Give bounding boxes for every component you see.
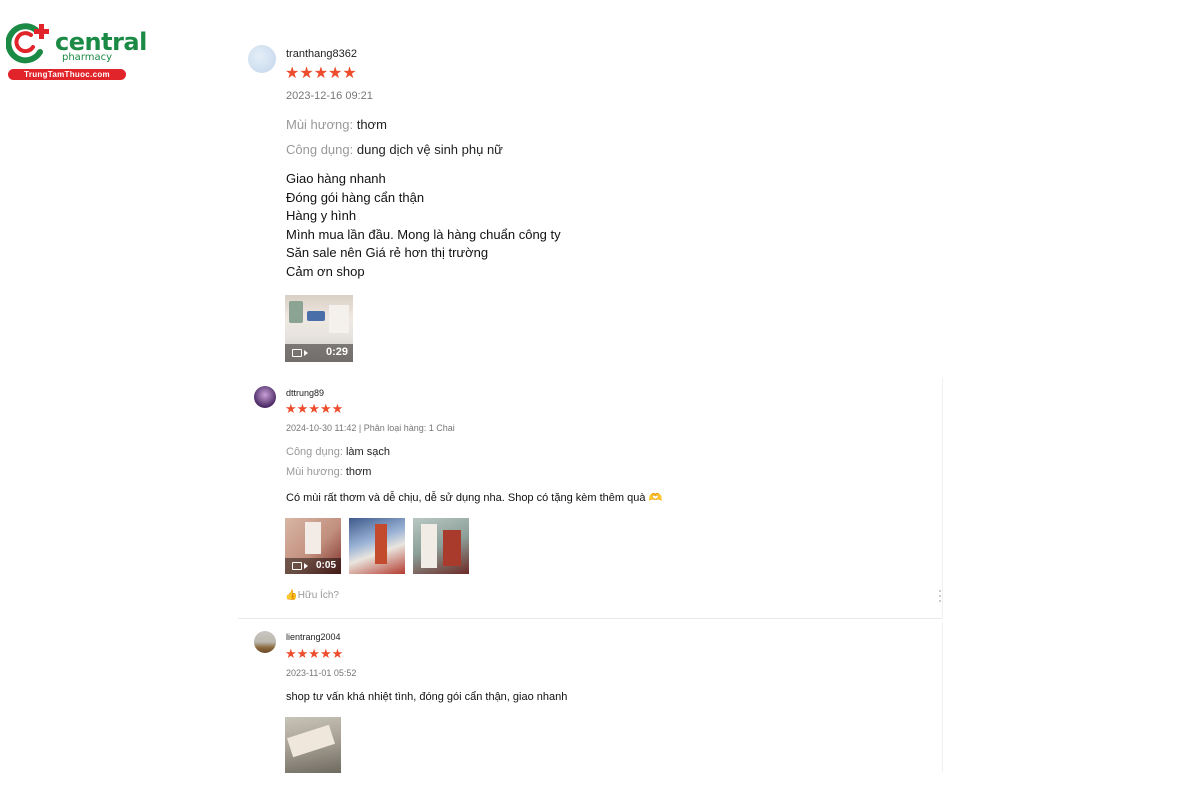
review-divider [238,618,942,619]
review-attribute: Mùi hương: thơm [286,117,387,132]
review-image-thumbnail[interactable] [413,518,469,574]
attribute-key: Mùi hương: [286,117,354,132]
review-attribute: Mùi hương: thơm [286,466,371,478]
review-date: 2023-11-01 05:52 [286,668,357,678]
helpful-label: Hữu Ích? [297,590,339,601]
panel-border [942,622,943,772]
rating-stars: ★★★★★ [285,646,344,661]
review-username[interactable]: dttrung89 [286,388,324,398]
video-camera-icon [292,349,308,357]
video-overlay: 0:29 [285,344,353,362]
panel-border [942,378,943,618]
video-duration: 0:29 [325,346,348,358]
thumbs-up-icon: 👍 [285,590,298,601]
attribute-key: Công dụng: [286,446,343,458]
avatar[interactable] [254,386,276,408]
review-image-thumbnail[interactable] [349,518,405,574]
review-line: Cảm ơn shop [286,264,365,279]
review-image-thumbnail[interactable] [285,717,341,773]
attribute-value: thơm [345,466,372,478]
review-username[interactable]: lientrang2004 [286,632,341,642]
attribute-value: làm sạch [345,446,390,458]
logo-site-banner: TrungTamThuoc.com [8,69,126,80]
review-video-thumbnail[interactable]: 0:05 [285,518,341,574]
logo-mark-icon [6,23,49,64]
review-line: Đóng gói hàng cẩn thận [286,190,425,205]
review-line: Mình mua lần đầu. Mong là hàng chuẩn côn… [286,227,561,242]
rating-stars: ★★★★★ [285,65,357,82]
helpful-button[interactable]: 👍 Hữu Ích? [285,590,339,601]
central-pharmacy-logo[interactable]: central pharmacy TrungTamThuoc.com [6,22,147,82]
review-attribute: Công dụng: dung dịch vệ sinh phụ nữ [286,142,503,157]
attribute-value: thơm [356,117,387,132]
review-line: Giao hàng nhanh [286,171,386,186]
review-line: Săn sale nên Giá rẻ hơn thị trường [286,245,489,260]
avatar[interactable] [248,45,276,73]
attribute-key: Mùi hương: [286,466,343,478]
review-date: 2023-12-16 09:21 [286,90,373,102]
review-video-thumbnail[interactable]: 0:29 [285,295,353,362]
logo-subtitle: pharmacy [62,52,113,63]
review-date: 2024-10-30 11:42 | Phân loại hàng: 1 Cha… [286,423,455,433]
review-text: shop tư vấn khá nhiệt tình, đóng gói cẩn… [286,691,568,703]
review-username[interactable]: tranthang8362 [286,48,357,60]
review-text: Có mùi rất thơm và dễ chịu, dễ sử dụng n… [286,492,663,504]
review-line: Hàng y hình [286,208,357,223]
avatar[interactable] [254,631,276,653]
rating-stars: ★★★★★ [285,401,344,416]
more-vertical-icon[interactable] [938,590,942,604]
attribute-key: Công dụng: [286,142,354,157]
video-duration: 0:05 [315,560,336,571]
video-overlay: 0:05 [285,558,341,574]
review-attribute: Công dụng: làm sạch [286,446,390,458]
video-camera-icon [292,562,308,570]
attribute-value: dung dịch vệ sinh phụ nữ [356,142,503,157]
